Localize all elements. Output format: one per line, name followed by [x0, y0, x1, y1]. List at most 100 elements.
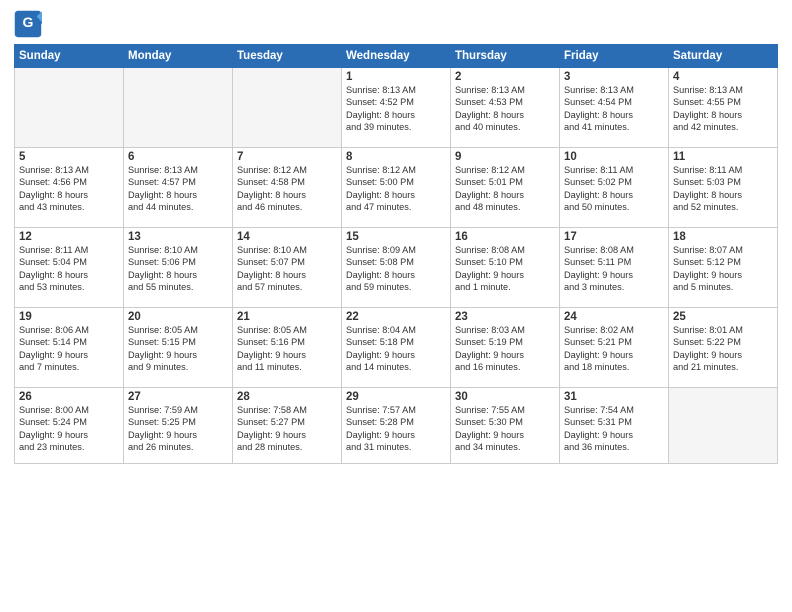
- day-number: 13: [128, 231, 228, 243]
- day-number: 30: [455, 391, 555, 403]
- day-info: Sunrise: 8:08 AM Sunset: 5:10 PM Dayligh…: [455, 244, 555, 294]
- week-row-4: 19Sunrise: 8:06 AM Sunset: 5:14 PM Dayli…: [15, 308, 778, 388]
- day-info: Sunrise: 7:57 AM Sunset: 5:28 PM Dayligh…: [346, 404, 446, 454]
- calendar-cell: 2Sunrise: 8:13 AM Sunset: 4:53 PM Daylig…: [451, 68, 560, 148]
- weekday-header-thursday: Thursday: [451, 45, 560, 68]
- calendar-cell: 30Sunrise: 7:55 AM Sunset: 5:30 PM Dayli…: [451, 388, 560, 464]
- day-number: 5: [19, 151, 119, 163]
- weekday-header-saturday: Saturday: [669, 45, 778, 68]
- day-number: 8: [346, 151, 446, 163]
- day-number: 23: [455, 311, 555, 323]
- day-info: Sunrise: 8:06 AM Sunset: 5:14 PM Dayligh…: [19, 324, 119, 374]
- calendar-cell: 7Sunrise: 8:12 AM Sunset: 4:58 PM Daylig…: [233, 148, 342, 228]
- svg-text:G: G: [23, 14, 34, 30]
- calendar-cell: 9Sunrise: 8:12 AM Sunset: 5:01 PM Daylig…: [451, 148, 560, 228]
- day-info: Sunrise: 8:04 AM Sunset: 5:18 PM Dayligh…: [346, 324, 446, 374]
- day-info: Sunrise: 8:11 AM Sunset: 5:02 PM Dayligh…: [564, 164, 664, 214]
- day-number: 4: [673, 71, 773, 83]
- calendar-cell: 27Sunrise: 7:59 AM Sunset: 5:25 PM Dayli…: [124, 388, 233, 464]
- calendar-cell: 12Sunrise: 8:11 AM Sunset: 5:04 PM Dayli…: [15, 228, 124, 308]
- weekday-header-monday: Monday: [124, 45, 233, 68]
- weekday-header-tuesday: Tuesday: [233, 45, 342, 68]
- day-number: 16: [455, 231, 555, 243]
- calendar-cell: 4Sunrise: 8:13 AM Sunset: 4:55 PM Daylig…: [669, 68, 778, 148]
- calendar-cell: 13Sunrise: 8:10 AM Sunset: 5:06 PM Dayli…: [124, 228, 233, 308]
- calendar-cell: 11Sunrise: 8:11 AM Sunset: 5:03 PM Dayli…: [669, 148, 778, 228]
- day-info: Sunrise: 8:13 AM Sunset: 4:56 PM Dayligh…: [19, 164, 119, 214]
- day-info: Sunrise: 8:13 AM Sunset: 4:53 PM Dayligh…: [455, 84, 555, 134]
- day-info: Sunrise: 8:13 AM Sunset: 4:52 PM Dayligh…: [346, 84, 446, 134]
- day-number: 21: [237, 311, 337, 323]
- week-row-1: 1Sunrise: 8:13 AM Sunset: 4:52 PM Daylig…: [15, 68, 778, 148]
- calendar-cell: 16Sunrise: 8:08 AM Sunset: 5:10 PM Dayli…: [451, 228, 560, 308]
- calendar-cell: 29Sunrise: 7:57 AM Sunset: 5:28 PM Dayli…: [342, 388, 451, 464]
- day-info: Sunrise: 7:59 AM Sunset: 5:25 PM Dayligh…: [128, 404, 228, 454]
- calendar-cell: 19Sunrise: 8:06 AM Sunset: 5:14 PM Dayli…: [15, 308, 124, 388]
- day-number: 1: [346, 71, 446, 83]
- weekday-header-sunday: Sunday: [15, 45, 124, 68]
- week-row-2: 5Sunrise: 8:13 AM Sunset: 4:56 PM Daylig…: [15, 148, 778, 228]
- calendar-cell: [669, 388, 778, 464]
- calendar-cell: 1Sunrise: 8:13 AM Sunset: 4:52 PM Daylig…: [342, 68, 451, 148]
- day-number: 25: [673, 311, 773, 323]
- day-info: Sunrise: 8:00 AM Sunset: 5:24 PM Dayligh…: [19, 404, 119, 454]
- day-number: 10: [564, 151, 664, 163]
- day-info: Sunrise: 8:01 AM Sunset: 5:22 PM Dayligh…: [673, 324, 773, 374]
- weekday-header-wednesday: Wednesday: [342, 45, 451, 68]
- day-info: Sunrise: 8:05 AM Sunset: 5:16 PM Dayligh…: [237, 324, 337, 374]
- day-number: 11: [673, 151, 773, 163]
- calendar-cell: 15Sunrise: 8:09 AM Sunset: 5:08 PM Dayli…: [342, 228, 451, 308]
- day-info: Sunrise: 8:12 AM Sunset: 5:01 PM Dayligh…: [455, 164, 555, 214]
- calendar-cell: 10Sunrise: 8:11 AM Sunset: 5:02 PM Dayli…: [560, 148, 669, 228]
- day-number: 26: [19, 391, 119, 403]
- calendar-cell: 24Sunrise: 8:02 AM Sunset: 5:21 PM Dayli…: [560, 308, 669, 388]
- calendar-cell: 31Sunrise: 7:54 AM Sunset: 5:31 PM Dayli…: [560, 388, 669, 464]
- logo-icon: G: [14, 10, 42, 38]
- day-number: 2: [455, 71, 555, 83]
- day-number: 22: [346, 311, 446, 323]
- day-number: 14: [237, 231, 337, 243]
- calendar-cell: 21Sunrise: 8:05 AM Sunset: 5:16 PM Dayli…: [233, 308, 342, 388]
- page: G SundayMondayTuesdayWednesdayThursdayFr…: [0, 0, 792, 612]
- day-info: Sunrise: 7:54 AM Sunset: 5:31 PM Dayligh…: [564, 404, 664, 454]
- day-number: 17: [564, 231, 664, 243]
- calendar-cell: 28Sunrise: 7:58 AM Sunset: 5:27 PM Dayli…: [233, 388, 342, 464]
- calendar-cell: [233, 68, 342, 148]
- calendar-cell: 22Sunrise: 8:04 AM Sunset: 5:18 PM Dayli…: [342, 308, 451, 388]
- day-info: Sunrise: 7:55 AM Sunset: 5:30 PM Dayligh…: [455, 404, 555, 454]
- day-info: Sunrise: 8:10 AM Sunset: 5:06 PM Dayligh…: [128, 244, 228, 294]
- day-info: Sunrise: 8:02 AM Sunset: 5:21 PM Dayligh…: [564, 324, 664, 374]
- day-number: 9: [455, 151, 555, 163]
- day-number: 29: [346, 391, 446, 403]
- logo: G: [14, 10, 46, 38]
- week-row-5: 26Sunrise: 8:00 AM Sunset: 5:24 PM Dayli…: [15, 388, 778, 464]
- calendar-cell: 18Sunrise: 8:07 AM Sunset: 5:12 PM Dayli…: [669, 228, 778, 308]
- day-number: 27: [128, 391, 228, 403]
- day-info: Sunrise: 8:13 AM Sunset: 4:57 PM Dayligh…: [128, 164, 228, 214]
- day-number: 18: [673, 231, 773, 243]
- calendar-cell: 8Sunrise: 8:12 AM Sunset: 5:00 PM Daylig…: [342, 148, 451, 228]
- calendar-cell: 20Sunrise: 8:05 AM Sunset: 5:15 PM Dayli…: [124, 308, 233, 388]
- weekday-header-row: SundayMondayTuesdayWednesdayThursdayFrid…: [15, 45, 778, 68]
- day-info: Sunrise: 8:10 AM Sunset: 5:07 PM Dayligh…: [237, 244, 337, 294]
- day-info: Sunrise: 8:08 AM Sunset: 5:11 PM Dayligh…: [564, 244, 664, 294]
- day-number: 19: [19, 311, 119, 323]
- day-info: Sunrise: 7:58 AM Sunset: 5:27 PM Dayligh…: [237, 404, 337, 454]
- week-row-3: 12Sunrise: 8:11 AM Sunset: 5:04 PM Dayli…: [15, 228, 778, 308]
- calendar-cell: 25Sunrise: 8:01 AM Sunset: 5:22 PM Dayli…: [669, 308, 778, 388]
- day-info: Sunrise: 8:07 AM Sunset: 5:12 PM Dayligh…: [673, 244, 773, 294]
- calendar-cell: 14Sunrise: 8:10 AM Sunset: 5:07 PM Dayli…: [233, 228, 342, 308]
- weekday-header-friday: Friday: [560, 45, 669, 68]
- calendar-cell: 3Sunrise: 8:13 AM Sunset: 4:54 PM Daylig…: [560, 68, 669, 148]
- calendar-cell: 5Sunrise: 8:13 AM Sunset: 4:56 PM Daylig…: [15, 148, 124, 228]
- calendar-cell: 23Sunrise: 8:03 AM Sunset: 5:19 PM Dayli…: [451, 308, 560, 388]
- day-number: 15: [346, 231, 446, 243]
- day-info: Sunrise: 8:05 AM Sunset: 5:15 PM Dayligh…: [128, 324, 228, 374]
- day-number: 28: [237, 391, 337, 403]
- day-info: Sunrise: 8:11 AM Sunset: 5:03 PM Dayligh…: [673, 164, 773, 214]
- calendar-cell: [124, 68, 233, 148]
- header: G: [14, 10, 778, 38]
- day-info: Sunrise: 8:13 AM Sunset: 4:54 PM Dayligh…: [564, 84, 664, 134]
- day-info: Sunrise: 8:03 AM Sunset: 5:19 PM Dayligh…: [455, 324, 555, 374]
- day-number: 24: [564, 311, 664, 323]
